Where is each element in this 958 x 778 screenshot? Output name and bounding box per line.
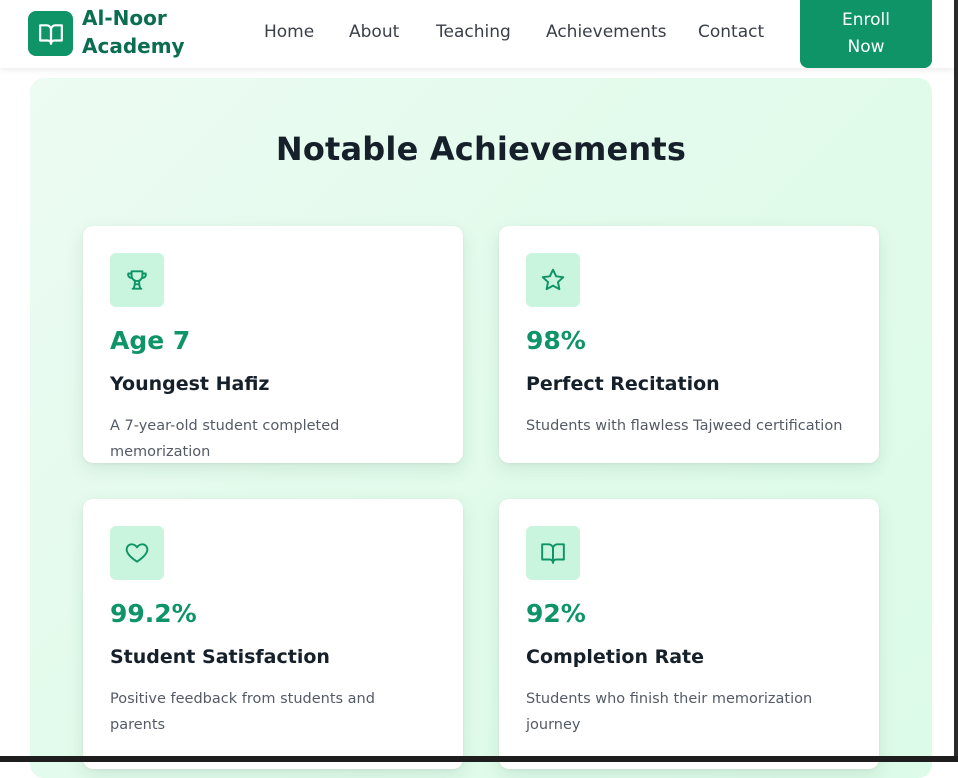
page: Al-Noor Academy Home About Teaching Achi… (0, 0, 958, 778)
achievement-title: Completion Rate (526, 646, 705, 668)
achievement-value: Age 7 (110, 326, 191, 355)
achievement-value: 92% (526, 599, 586, 628)
achievement-title: Student Satisfaction (110, 646, 330, 668)
achievement-card-youngest-hafiz: Age 7 Youngest Hafiz A 7-year-old studen… (83, 226, 463, 463)
achievement-description: Students with flawless Tajweed certifica… (526, 418, 843, 434)
achievement-card-student-satisfaction: 99.2% Student Satisfaction Positive feed… (83, 499, 463, 769)
achievement-description: Students who finish their memorization j… (526, 691, 813, 733)
enroll-now-button[interactable]: Enroll Now (800, 0, 932, 68)
achievement-card-perfect-recitation: 98% Perfect Recitation Students with fla… (499, 226, 879, 463)
enroll-now-label: Enroll Now (842, 10, 890, 57)
nav-achievements[interactable]: Achievements (546, 22, 666, 42)
nav-teaching[interactable]: Teaching (436, 22, 511, 42)
window-bottom-edge (0, 756, 958, 762)
achievement-value: 98% (526, 326, 586, 355)
heart-icon (110, 526, 164, 580)
achievement-card-completion-rate: 92% Completion Rate Students who finish … (499, 499, 879, 769)
brand-name[interactable]: Al-Noor Academy (82, 4, 212, 60)
nav-contact[interactable]: Contact (698, 22, 764, 42)
achievement-value: 99.2% (110, 599, 197, 628)
achievement-description: Positive feedback from students and pare… (110, 691, 375, 733)
achievement-title: Youngest Hafiz (110, 373, 270, 395)
window-edge (954, 0, 958, 762)
nav-about[interactable]: About (349, 22, 399, 42)
book-icon (526, 526, 580, 580)
section-title: Notable Achievements (275, 130, 687, 168)
logo-book-icon[interactable] (28, 11, 73, 56)
trophy-icon (110, 253, 164, 307)
nav-home[interactable]: Home (264, 22, 314, 42)
star-icon (526, 253, 580, 307)
achievement-description: A 7-year-old student completed memorizat… (110, 418, 340, 460)
top-navigation-bar: Al-Noor Academy Home About Teaching Achi… (0, 0, 954, 68)
achievement-title: Perfect Recitation (526, 373, 720, 395)
